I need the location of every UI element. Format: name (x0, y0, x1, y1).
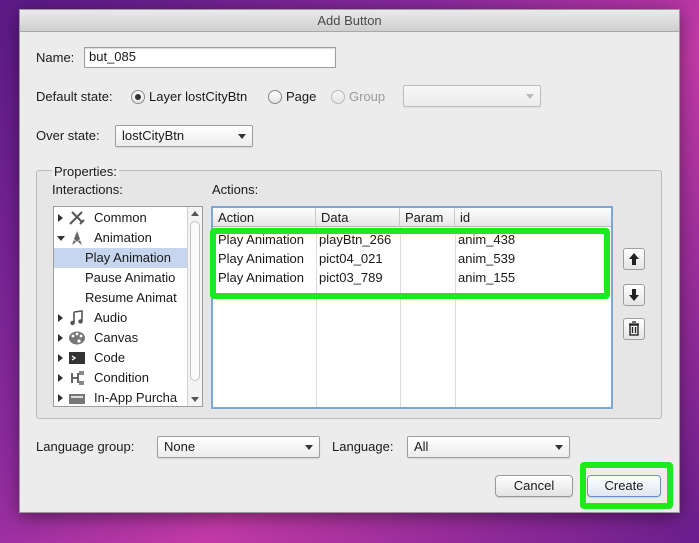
column-header-data[interactable]: Data (316, 208, 400, 227)
move-up-button[interactable] (623, 248, 645, 270)
column-divider (455, 227, 456, 407)
language-group-value: None (164, 439, 196, 454)
tree-item-condition[interactable]: Condition (54, 368, 188, 388)
chevron-down-icon (238, 134, 246, 139)
radio-group[interactable] (331, 90, 345, 104)
delete-button[interactable] (623, 318, 645, 340)
interactions-label: Interactions: (52, 182, 123, 197)
disclosure-triangle-icon[interactable] (58, 354, 63, 362)
tree-item-canvas[interactable]: Canvas (54, 328, 188, 348)
scrollbar-thumb[interactable] (190, 221, 200, 381)
column-header-param[interactable]: Param (400, 208, 455, 227)
name-label: Name: (36, 50, 75, 65)
cell-data: playBtn_266 (319, 232, 392, 247)
radio-page-label: Page (286, 89, 317, 104)
chevron-down-icon (305, 445, 313, 450)
move-down-button[interactable] (623, 284, 645, 306)
cell-data: pict03_789 (319, 270, 383, 285)
cell-action: Play Animation (218, 251, 304, 266)
tree-item-label: Common (94, 210, 147, 225)
cell-data: pict04_021 (319, 251, 383, 266)
tree-item-label: Pause Animatio (85, 270, 176, 285)
cell-id: anim_155 (458, 270, 516, 285)
actions-table[interactable]: Action Data Param id Play Animation play… (211, 206, 613, 409)
radio-layer[interactable] (131, 90, 145, 104)
actions-label: Actions: (212, 182, 259, 197)
over-state-value: lostCityBtn (122, 128, 185, 143)
tree-item-animation[interactable]: Animation (54, 228, 188, 248)
group-select[interactable] (403, 85, 541, 107)
interactions-tree[interactable]: Common Animation Play Animation Pause An… (53, 206, 203, 407)
tree-item-play-animation[interactable]: Play Animation (54, 248, 188, 268)
language-value: All (414, 439, 429, 454)
trash-icon (629, 321, 639, 336)
radio-group-label: Group (349, 89, 386, 104)
scroll-up-icon[interactable] (191, 211, 199, 216)
create-button[interactable]: Create (587, 475, 661, 497)
language-select[interactable]: All (407, 436, 570, 458)
column-divider (316, 227, 317, 407)
store-icon (69, 394, 85, 404)
default-state-label: Default state: (36, 89, 113, 104)
cancel-button[interactable]: Cancel (495, 475, 573, 497)
arrow-down-icon (629, 289, 639, 301)
over-state-label: Over state: (36, 128, 100, 143)
condition-icon (71, 371, 84, 385)
tree-item-in-app-purchase[interactable]: In-App Purcha (54, 388, 188, 406)
name-input[interactable]: but_085 (84, 47, 336, 68)
tree-item-common[interactable]: Common (54, 208, 188, 228)
properties-label: Properties: (52, 164, 119, 179)
rocket-icon (72, 231, 82, 245)
over-state-select[interactable]: lostCityBtn (115, 125, 253, 147)
radio-layer-label: Layer lostCityBtn (149, 89, 248, 104)
arrow-up-icon (629, 253, 639, 265)
tree-item-label: Resume Animat (85, 290, 177, 305)
chevron-down-icon (526, 94, 534, 99)
tree-item-code[interactable]: Code (54, 348, 188, 368)
language-group-label: Language group: (36, 439, 135, 454)
radio-page[interactable] (268, 90, 282, 104)
language-label: Language: (332, 439, 394, 454)
disclosure-triangle-icon[interactable] (57, 236, 65, 241)
column-divider (400, 227, 401, 407)
scroll-down-icon[interactable] (191, 397, 199, 402)
terminal-icon (69, 352, 85, 364)
cell-id: anim_438 (458, 232, 516, 247)
add-button-dialog: Add Button Name: but_085 Default state: … (19, 9, 680, 513)
cell-action: Play Animation (218, 270, 304, 285)
cell-action: Play Animation (218, 232, 304, 247)
disclosure-triangle-icon[interactable] (58, 374, 63, 382)
disclosure-triangle-icon[interactable] (58, 214, 63, 222)
disclosure-triangle-icon[interactable] (58, 394, 63, 402)
tree-item-pause-animation[interactable]: Pause Animatio (54, 268, 188, 288)
disclosure-triangle-icon[interactable] (58, 314, 63, 322)
tree-item-label: Code (94, 350, 126, 365)
table-header: Action Data Param id (213, 208, 611, 227)
tree-item-label: Condition (94, 370, 149, 385)
tools-icon (69, 211, 85, 225)
chevron-down-icon (555, 445, 563, 450)
tree-item-label: Play Animation (85, 250, 171, 265)
music-note-icon (70, 310, 83, 326)
tree-item-label: In-App Purcha (94, 390, 178, 405)
language-group-select[interactable]: None (157, 436, 320, 458)
column-header-action[interactable]: Action (213, 208, 316, 227)
palette-icon (69, 331, 85, 345)
tree-item-audio[interactable]: Audio (54, 308, 188, 328)
window-title: Add Button (20, 10, 679, 32)
disclosure-triangle-icon[interactable] (58, 334, 63, 342)
tree-item-resume-animation[interactable]: Resume Animat (54, 288, 188, 308)
column-header-id[interactable]: id (455, 208, 611, 227)
tree-item-label: Canvas (94, 330, 139, 345)
tree-scrollbar[interactable] (187, 207, 202, 406)
tree-item-label: Audio (94, 310, 128, 325)
cell-id: anim_539 (458, 251, 516, 266)
tree-item-label: Animation (94, 230, 152, 245)
